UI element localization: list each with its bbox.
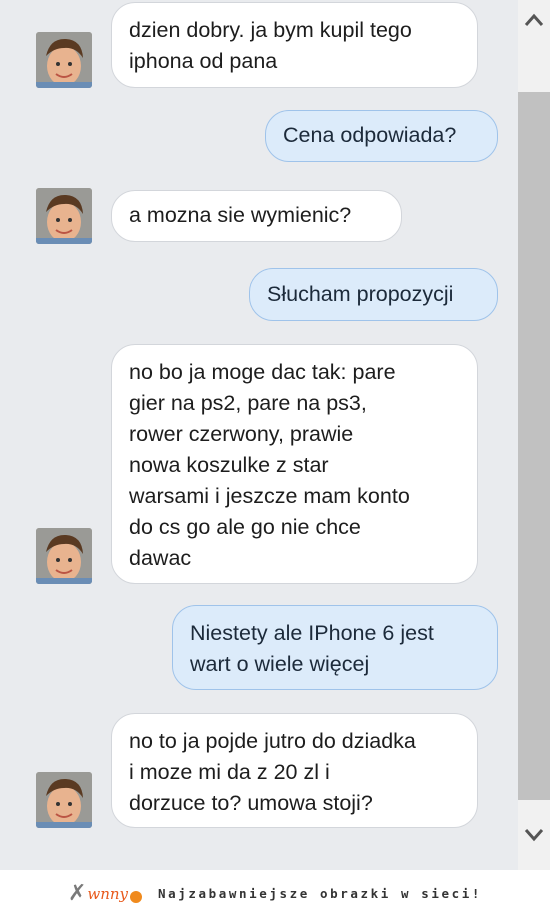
message-line: do cs go ale go nie chce [129,515,361,539]
avatar [36,772,92,828]
logo-mark-icon: ✗ [67,881,87,906]
footer: ✗ wnny Najzabawniejsze obrazki w sieci! [0,870,550,917]
message-line: wart o wiele więcej [190,652,370,676]
site-logo[interactable]: ✗ wnny [67,881,143,906]
scroll-thumb[interactable] [518,92,550,800]
logo-text: wnny [87,884,129,903]
message-line: Cena odpowiada? [283,123,457,147]
message-line: Niestety ale IPhone 6 jest [190,621,434,645]
chevron-up-icon[interactable] [518,0,550,40]
message-line: iphona od pana [129,49,278,73]
scrollbar[interactable] [518,0,550,870]
logo-dot-icon [130,890,143,903]
message-line: no bo ja moge dac tak: pare [129,360,396,384]
message-line: dzien dobry. ja bym kupil tego [129,18,412,42]
message-line: dorzuce to? umowa stoji? [129,791,373,815]
message-incoming: a mozna sie wymienic? [111,190,402,242]
message-line: i moze mi da z 20 zl i [129,760,330,784]
chat-window: dzien dobry. ja bym kupil tego iphona od… [0,0,518,870]
message-outgoing: Niestety ale IPhone 6 jest wart o wiele … [172,605,498,690]
avatar [36,528,92,584]
message-outgoing: Słucham propozycji [249,268,498,321]
message-line: no to ja pojde jutro do dziadka [129,729,416,753]
message-line: gier na ps2, pare na ps3, [129,391,367,415]
message-line: Słucham propozycji [267,282,454,306]
message-incoming: no to ja pojde jutro do dziadka i moze m… [111,713,478,828]
message-line: warsami i jeszcze mam konto [129,484,410,508]
message-outgoing: Cena odpowiada? [265,110,498,162]
message-incoming: dzien dobry. ja bym kupil tego iphona od… [111,2,478,88]
message-line: dawac [129,546,192,570]
footer-tagline: Najzabawniejsze obrazki w sieci! [158,886,483,901]
message-incoming: no bo ja moge dac tak: pare gier na ps2,… [111,344,478,584]
message-line: nowa koszulke z star [129,453,329,477]
message-line: rower czerwony, prawie [129,422,354,446]
chevron-down-icon[interactable] [518,815,550,855]
avatar [36,32,92,88]
avatar [36,188,92,244]
message-line: a mozna sie wymienic? [129,203,352,227]
